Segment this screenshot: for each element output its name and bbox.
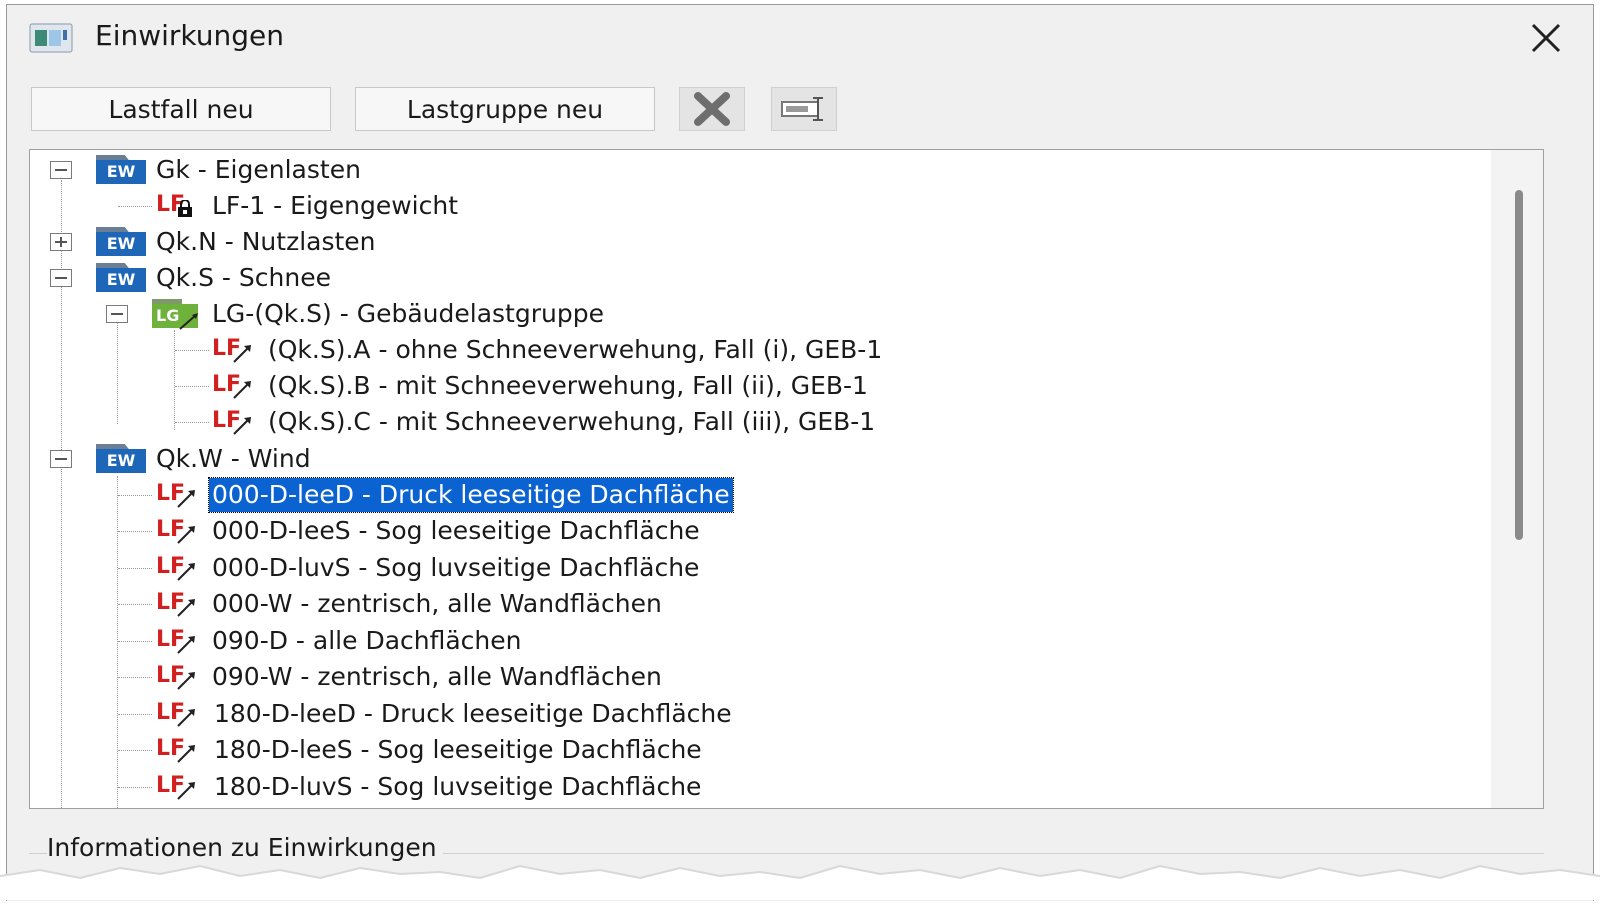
tree-connector	[175, 350, 209, 351]
tree-node-label: 090-W - zentrisch, alle Wandflächen	[212, 662, 662, 691]
tree-node-label: LF-1 - Eigengewicht	[212, 191, 459, 220]
tree-connector	[118, 206, 152, 207]
lg-badge-icon: LG	[152, 299, 202, 330]
tree-node-label: (Qk.S).B - mit Schneeverwehung, Fall (ii…	[268, 371, 868, 400]
tree-connector	[118, 787, 152, 788]
tree-connector	[118, 604, 152, 605]
tree-node-lf1[interactable]: LF LF-1 - Eigengewicht	[30, 188, 1490, 224]
tree-node-label: LG-(Qk.S) - Gebäudelastgruppe	[212, 299, 604, 328]
rename-button[interactable]	[771, 87, 837, 131]
tree-node-wind-5[interactable]: LF 090-D - alle Dachflächen	[30, 623, 1490, 659]
lf-edit-icon: LF	[212, 406, 256, 438]
tree-node-label: Qk.N - Nutzlasten	[156, 227, 376, 256]
window-title: Einwirkungen	[95, 19, 284, 52]
collapse-toggle[interactable]	[50, 161, 72, 179]
new-loadgroup-button[interactable]: Lastgruppe neu	[355, 87, 655, 131]
tree-connector	[118, 677, 152, 678]
ew-badge-icon: EW	[96, 444, 146, 474]
tree-node-qks-a[interactable]: LF (Qk.S).A - ohne Schneeverwehung, Fall…	[30, 332, 1490, 368]
dialog-window: Einwirkungen Lastfall neu Lastgruppe neu	[6, 4, 1594, 901]
lf-edit-icon: LF	[212, 370, 256, 402]
tree-connector	[118, 495, 152, 496]
tree-node-label: Qk.W - Wind	[156, 444, 311, 473]
app-window-icon	[29, 23, 73, 53]
tree-node-label: 000-D-leeS - Sog leeseitige Dachfläche	[212, 516, 700, 545]
tree-connector	[118, 568, 152, 569]
title-bar: Einwirkungen	[7, 5, 1593, 67]
delete-button[interactable]	[679, 87, 745, 131]
lf-edit-icon: LF	[156, 698, 200, 730]
tree-connector	[175, 386, 209, 387]
tree-node-gk[interactable]: EW Gk - Eigenlasten	[30, 152, 1490, 188]
actions-tree[interactable]: EW Gk - Eigenlasten LF LF-1 - Eigengewic…	[29, 149, 1544, 809]
tree-node-wind-6[interactable]: LF 090-W - zentrisch, alle Wandflächen	[30, 659, 1490, 695]
lf-edit-icon: LF	[156, 479, 200, 511]
collapse-toggle[interactable]	[50, 269, 72, 287]
tree-node-wind-8[interactable]: LF 180-D-leeS - Sog leeseitige Dachfläch…	[30, 732, 1490, 768]
tree-connector	[118, 641, 152, 642]
tree-node-wind-2[interactable]: LF 000-D-leeS - Sog leeseitige Dachfläch…	[30, 513, 1490, 549]
tree-node-wind-4[interactable]: LF 000-W - zentrisch, alle Wandflächen	[30, 586, 1490, 622]
tree-node-label: (Qk.S).C - mit Schneeverwehung, Fall (ii…	[268, 407, 876, 436]
tree-connector	[175, 422, 209, 423]
lf-edit-icon: LF	[156, 771, 200, 803]
tree-node-label: 000-D-luvS - Sog luvseitige Dachfläche	[212, 553, 700, 582]
tree-node-qks[interactable]: EW Qk.S - Schnee	[30, 260, 1490, 296]
lf-edit-icon: LF	[212, 334, 256, 366]
tree-node-label-selected: 000-D-leeD - Druck leeseitige Dachfläche	[208, 477, 734, 513]
expand-toggle[interactable]	[50, 233, 72, 251]
vertical-scrollbar[interactable]	[1491, 150, 1543, 808]
tree-node-qkw[interactable]: EW Qk.W - Wind	[30, 441, 1490, 477]
lf-edit-icon: LF	[156, 588, 200, 620]
rename-field-icon	[781, 97, 823, 121]
tree-node-wind-7[interactable]: LF 180-D-leeD - Druck leeseitige Dachflä…	[30, 696, 1490, 732]
tree-node-label: (Qk.S).A - ohne Schneeverwehung, Fall (i…	[268, 335, 883, 364]
close-button[interactable]	[1523, 15, 1569, 61]
tree-node-qkn[interactable]: EW Qk.N - Nutzlasten	[30, 224, 1490, 260]
tree-connector	[118, 714, 152, 715]
lf-edit-icon: LF	[156, 552, 200, 584]
tree-node-qks-b[interactable]: LF (Qk.S).B - mit Schneeverwehung, Fall …	[30, 368, 1490, 404]
scrollbar-thumb[interactable]	[1515, 190, 1523, 540]
lf-lock-icon: LF	[156, 190, 200, 222]
tree-node-label: Qk.S - Schnee	[156, 263, 331, 292]
tree-connector	[118, 750, 152, 751]
close-icon	[1531, 23, 1561, 53]
tree-node-label: 180-D-luvS - Sog luvseitige Dachfläche	[214, 772, 702, 801]
delete-x-icon	[694, 92, 730, 126]
tree-node-wind-3[interactable]: LF 000-D-luvS - Sog luvseitige Dachfläch…	[30, 550, 1490, 586]
ew-badge-icon: EW	[96, 155, 146, 185]
collapse-toggle[interactable]	[50, 450, 72, 468]
lf-edit-icon: LF	[156, 661, 200, 693]
lf-edit-icon: LF	[156, 515, 200, 547]
tree-node-label: 180-D-leeD - Druck leeseitige Dachfläche	[214, 699, 732, 728]
new-loadcase-button[interactable]: Lastfall neu	[31, 87, 331, 131]
tree-node-label: 000-W - zentrisch, alle Wandflächen	[212, 589, 662, 618]
tree-node-label: 090-D - alle Dachflächen	[212, 626, 522, 655]
lf-edit-icon: LF	[156, 734, 200, 766]
tree-node-label: 180-D-leeS - Sog leeseitige Dachfläche	[214, 735, 702, 764]
tree-node-wind-9[interactable]: LF 180-D-luvS - Sog luvseitige Dachfläch…	[30, 769, 1490, 805]
tree-node-label: Gk - Eigenlasten	[156, 155, 361, 184]
lf-edit-icon: LF	[156, 625, 200, 657]
tree-connector	[118, 531, 152, 532]
tree-node-wind-1[interactable]: LF 000-D-leeD - Druck leeseitige Dachflä…	[30, 477, 1490, 513]
ew-badge-icon: EW	[96, 263, 146, 293]
tree-node-qks-c[interactable]: LF (Qk.S).C - mit Schneeverwehung, Fall …	[30, 404, 1490, 440]
tree-node-lg-qks[interactable]: LG LG-(Qk.S) - Gebäudelastgruppe	[30, 296, 1490, 332]
torn-edge-decoration	[0, 864, 1600, 900]
collapse-toggle[interactable]	[106, 305, 128, 323]
ew-badge-icon: EW	[96, 227, 146, 257]
